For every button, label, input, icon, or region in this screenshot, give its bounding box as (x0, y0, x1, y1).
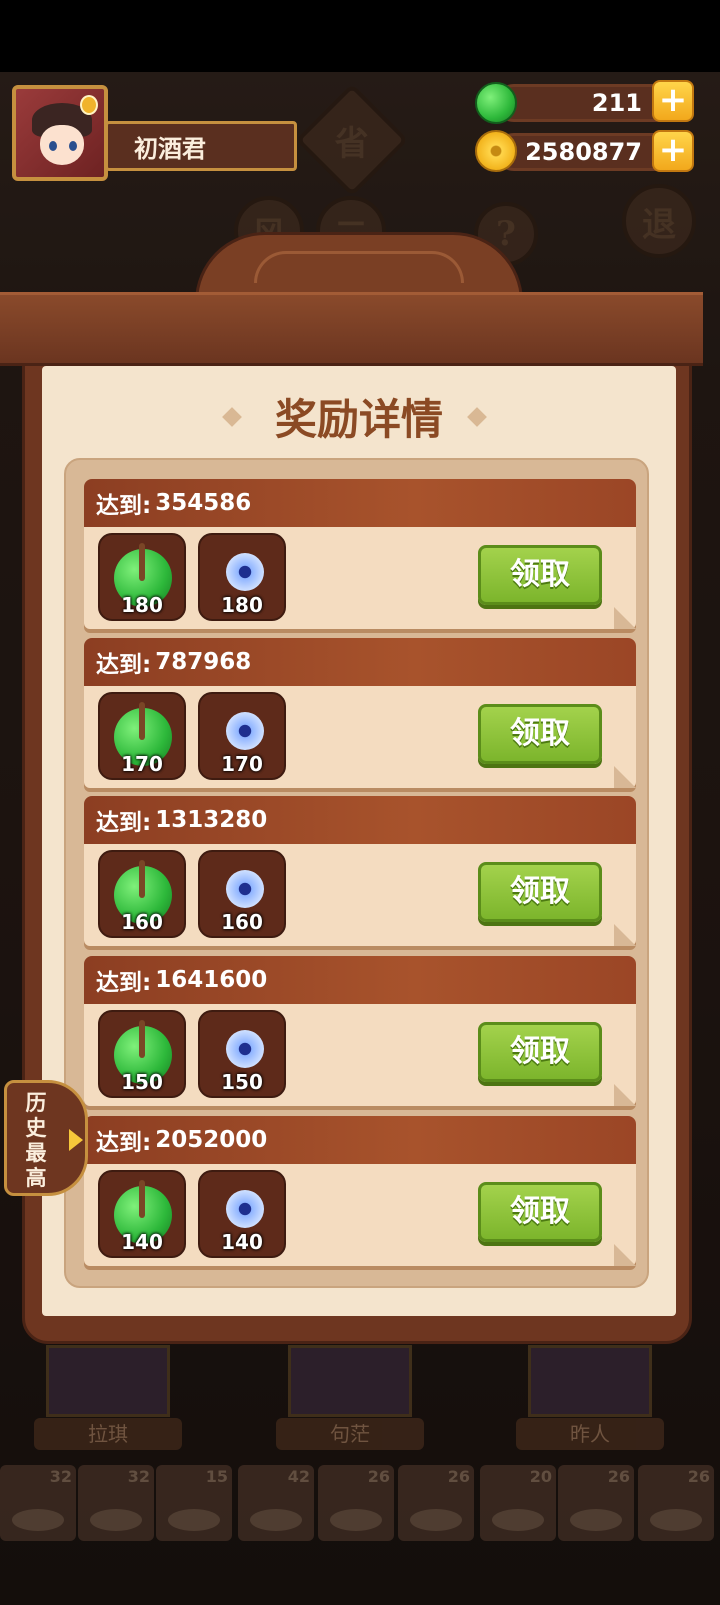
reward-row-header: 达到: 1313280 (84, 796, 636, 844)
history-best-tab[interactable]: 历史最高 (4, 1080, 88, 1196)
blue-disc-icon (226, 553, 264, 591)
add-coins-button[interactable]: + (652, 130, 694, 172)
jade-balance: 211 (495, 84, 675, 122)
reward-row: 达到: 1313280 160 160 领取 (84, 796, 636, 946)
reward-row: 达到: 1641600 150 150 领取 (84, 956, 636, 1106)
dish-item: 26 (638, 1465, 714, 1541)
claim-button[interactable]: 领取 (478, 1182, 602, 1242)
blue-disc-icon (226, 870, 264, 908)
jade-coin-icon (475, 82, 517, 124)
jade-reward-slot[interactable]: 170 (98, 692, 186, 780)
dish-item: 20 (480, 1465, 556, 1541)
reward-target: 787968 (155, 649, 252, 675)
character-name: 拉琪 (34, 1418, 182, 1450)
coin-balance: 2580877 (495, 133, 675, 171)
dish-item: 42 (238, 1465, 314, 1541)
panel-top-beam (0, 292, 703, 366)
reward-row-header: 达到: 787968 (84, 638, 636, 686)
reward-target: 2052000 (155, 1127, 268, 1153)
add-jade-button[interactable]: + (652, 80, 694, 122)
disc-reward-slot[interactable]: 140 (198, 1170, 286, 1258)
character-name: 句茫 (276, 1418, 424, 1450)
character-portrait (288, 1345, 412, 1417)
history-best-label: 历史最高 (25, 1091, 47, 1190)
reward-target: 354586 (155, 490, 252, 516)
reward-row-header: 达到: 354586 (84, 479, 636, 527)
dish-item: 26 (318, 1465, 394, 1541)
gold-coin-icon (475, 130, 517, 172)
reward-row: 达到: 2052000 140 140 领取 (84, 1116, 636, 1266)
character-name: 昨人 (516, 1418, 664, 1450)
disc-reward-slot[interactable]: 160 (198, 850, 286, 938)
blue-disc-icon (226, 1190, 264, 1228)
player-avatar[interactable] (12, 85, 108, 181)
dish-item: 26 (558, 1465, 634, 1541)
reward-row-header: 达到: 1641600 (84, 956, 636, 1004)
claim-button[interactable]: 领取 (478, 545, 602, 605)
disc-reward-slot[interactable]: 170 (198, 692, 286, 780)
dish-item: 26 (398, 1465, 474, 1541)
reward-row: 达到: 354586 180 180 领取 (84, 479, 636, 629)
reward-target: 1313280 (155, 807, 268, 833)
reward-target: 1641600 (155, 967, 268, 993)
reward-row-header: 达到: 2052000 (84, 1116, 636, 1164)
jade-reward-slot[interactable]: 140 (98, 1170, 186, 1258)
blue-disc-icon (226, 1030, 264, 1068)
fire-badge-icon (80, 95, 98, 115)
player-name: 初酒君 (134, 134, 206, 163)
dish-item: 32 (0, 1465, 76, 1541)
jade-reward-slot[interactable]: 160 (98, 850, 186, 938)
character-portrait (528, 1345, 652, 1417)
blue-disc-icon (226, 712, 264, 750)
disc-reward-slot[interactable]: 180 (198, 533, 286, 621)
dish-item: 15 (156, 1465, 232, 1541)
panel-title: 奖励详情 (274, 395, 443, 444)
jade-reward-slot[interactable]: 180 (98, 533, 186, 621)
player-name-plate: 初酒君 (105, 121, 297, 171)
disc-reward-slot[interactable]: 150 (198, 1010, 286, 1098)
reward-row: 达到: 787968 170 170 领取 (84, 638, 636, 788)
claim-button[interactable]: 领取 (478, 1022, 602, 1082)
arrow-right-icon (69, 1129, 83, 1151)
claim-button[interactable]: 领取 (478, 862, 602, 922)
jade-reward-slot[interactable]: 150 (98, 1010, 186, 1098)
character-portrait (46, 1345, 170, 1417)
dish-item: 32 (78, 1465, 154, 1541)
claim-button[interactable]: 领取 (478, 704, 602, 764)
